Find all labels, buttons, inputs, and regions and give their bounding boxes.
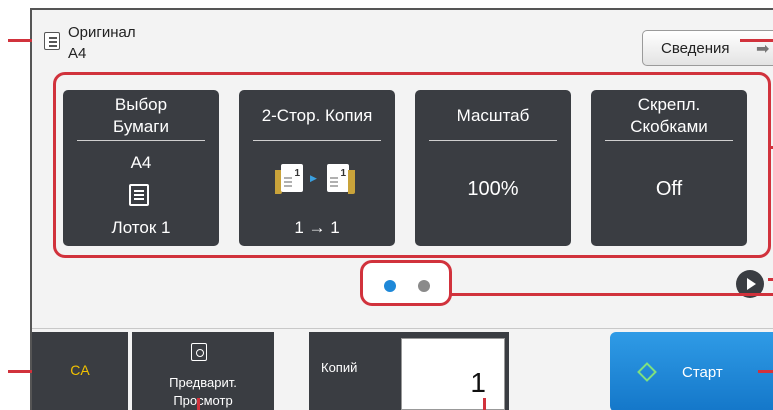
paper-size: A4 [130, 153, 152, 172]
page-dot-active[interactable] [384, 280, 396, 292]
staple-label-2: Скобками [630, 117, 708, 136]
tile-divider [77, 140, 205, 141]
original-size: A4 [68, 45, 87, 62]
paper-tray-icon [129, 184, 149, 206]
preview-button[interactable]: Предварит. Просмотр [132, 332, 274, 410]
callout-line [740, 39, 773, 42]
callout-line [483, 398, 486, 410]
ca-label: CA [70, 362, 90, 378]
duplex-label: 2-Стор. Копия [261, 106, 373, 125]
page-dot[interactable] [418, 280, 430, 292]
preview-icon [191, 343, 207, 361]
callout-line [758, 370, 773, 373]
callout-line [197, 398, 200, 410]
staple-label-1: Скрепл. [637, 95, 701, 114]
callout-line [8, 370, 32, 373]
tile-divider [429, 140, 557, 141]
zoom-tile[interactable]: Масштаб 100% [415, 90, 571, 246]
page-indicator-frame [360, 260, 452, 306]
copy-home-screen: Оригинал A4 Сведения ➡ Выбор Бумаги A4 Л… [0, 0, 773, 410]
original-title: Оригинал [68, 24, 136, 41]
paper-select-tile[interactable]: Выбор Бумаги A4 Лоток 1 [63, 90, 219, 246]
callout-line [450, 293, 773, 296]
info-button[interactable]: Сведения ➡ [642, 30, 773, 66]
info-button-label: Сведения [661, 40, 730, 57]
start-diamond-icon [637, 362, 657, 382]
paper-select-label-1: Выбор [114, 95, 168, 114]
zoom-label: Масштаб [456, 106, 530, 125]
start-button[interactable]: Старт [610, 332, 773, 410]
document-icon [44, 32, 60, 50]
tile-divider [605, 140, 733, 141]
callout-line [768, 278, 773, 281]
divider [32, 328, 773, 329]
zoom-value: 100% [467, 178, 519, 200]
duplex-mode: 1 → 1 [294, 218, 340, 237]
paper-tray: Лоток 1 [111, 218, 171, 237]
callout-line [8, 39, 32, 42]
preview-label-2: Просмотр [173, 393, 233, 408]
staple-tile[interactable]: Скрепл. Скобками Off [591, 90, 747, 246]
touch-panel: Оригинал A4 Сведения ➡ Выбор Бумаги A4 Л… [30, 8, 773, 410]
callout-line [768, 146, 773, 149]
arrow-right-icon: ➡ [756, 41, 770, 58]
duplex-copy-tile[interactable]: 2-Стор. Копия 1 ▶ 1 1 → 1 [239, 90, 395, 246]
copies-control: Копий 1 [309, 332, 509, 410]
ca-button[interactable]: CA [32, 332, 128, 410]
start-label: Старт [682, 364, 723, 381]
tile-divider [253, 140, 381, 141]
staple-value: Off [655, 178, 683, 200]
copies-input[interactable]: 1 [401, 338, 505, 410]
paper-select-label-2: Бумаги [113, 117, 169, 136]
preview-label-1: Предварит. [169, 375, 237, 390]
copies-label: Копий [321, 360, 358, 375]
